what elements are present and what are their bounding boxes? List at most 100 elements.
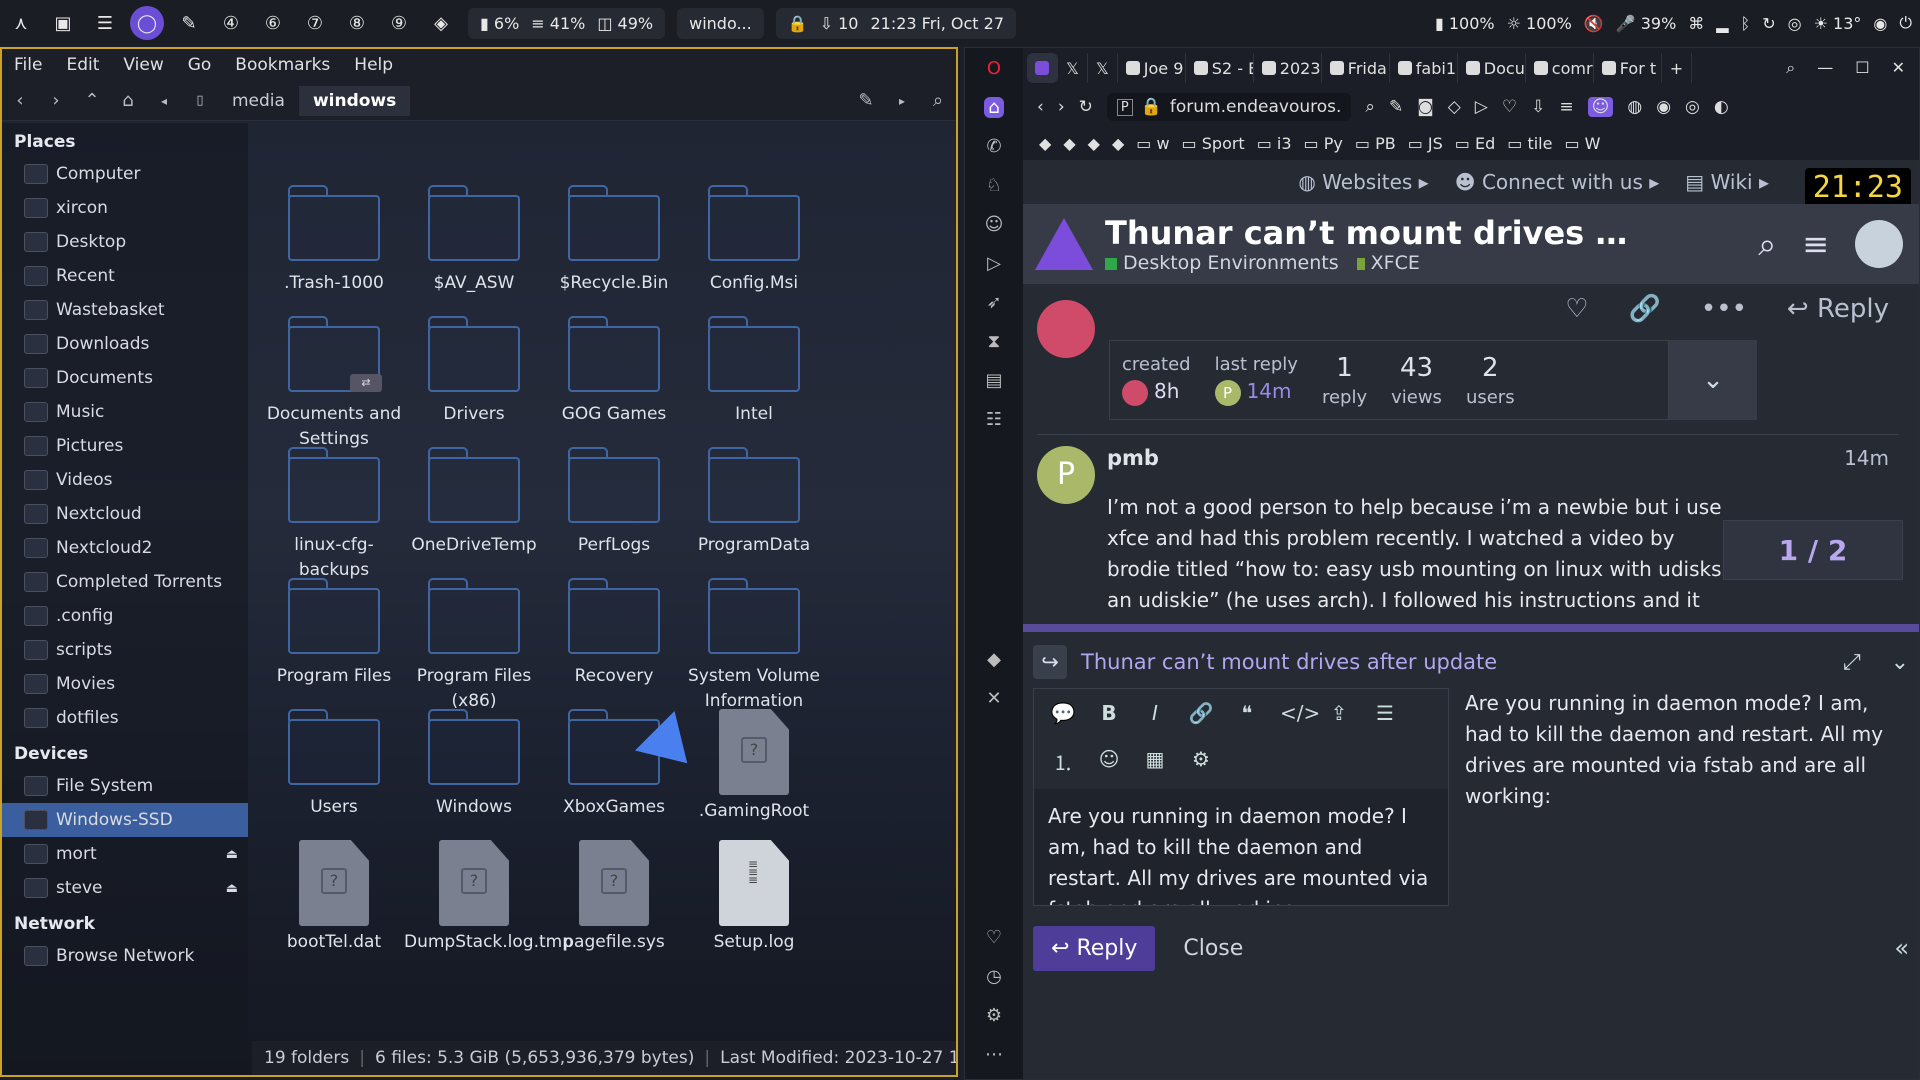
eject-icon[interactable]: ⏏ <box>226 847 238 862</box>
code-icon[interactable]: </> <box>1280 701 1320 727</box>
reply-action[interactable]: ↩ Reply <box>1787 294 1889 324</box>
url-box[interactable]: P 🔒 forum.endeavouros. <box>1106 93 1352 121</box>
folder-item[interactable]: Drivers <box>404 316 544 427</box>
extension-icon[interactable]: ◐ <box>1714 97 1729 117</box>
shield-icon[interactable]: ◇ <box>1448 97 1461 117</box>
folder-item[interactable]: System Volume Information <box>684 578 824 714</box>
sidebar-item[interactable]: mort ⏏ <box>2 837 248 871</box>
power-icon[interactable]: ⏻ <box>1899 13 1912 33</box>
browser-tab[interactable]: fabi1 <box>1390 53 1458 83</box>
eject-icon[interactable]: ⏏ <box>226 881 238 896</box>
signal-icon[interactable]: ▂ <box>1716 14 1728 33</box>
download-icon[interactable]: ⇩ <box>1531 97 1545 117</box>
sidebar-item[interactable]: Completed Torrents <box>2 565 248 599</box>
reply-button[interactable]: ↩ Reply <box>1033 925 1156 971</box>
folder-item[interactable]: OneDriveTemp <box>404 447 544 558</box>
back-icon[interactable]: ‹ <box>2 90 38 111</box>
folder-item[interactable]: Intel <box>684 316 824 427</box>
wallet-icon[interactable]: ▤ <box>985 370 1002 391</box>
camera-icon[interactable]: ◙ <box>1417 97 1434 117</box>
italic-icon[interactable]: I <box>1142 701 1168 727</box>
op-avatar[interactable] <box>1037 300 1095 358</box>
opera-logo-icon[interactable]: O <box>987 58 1001 79</box>
volume-muted-icon[interactable]: 🔇 <box>1584 14 1604 33</box>
bold-icon[interactable]: B <box>1096 701 1122 727</box>
menu-icon[interactable]: ≡ <box>1559 97 1573 117</box>
quote-bubble-icon[interactable]: 💬 <box>1050 701 1076 727</box>
close-button[interactable]: Close <box>1183 936 1243 961</box>
post-author[interactable]: pmb <box>1107 446 1159 470</box>
battery-stat[interactable]: ▮ 100% <box>1435 14 1495 33</box>
bookmark-item[interactable]: ▭ Sport <box>1182 134 1245 153</box>
sidebar-item[interactable]: Downloads <box>2 327 248 361</box>
numbered-list-icon[interactable]: ⒈ <box>1050 747 1076 778</box>
list-icon[interactable]: ☷ <box>986 409 1002 430</box>
folder-item[interactable]: Recovery <box>544 578 684 689</box>
sidebar-item[interactable]: Pictures <box>2 429 248 463</box>
menu-help[interactable]: Help <box>342 55 405 75</box>
reload-icon[interactable]: ↻ <box>1079 97 1093 117</box>
search-icon[interactable]: ⌕ <box>1758 225 1776 264</box>
endeavouros-logo[interactable] <box>1035 218 1093 270</box>
sidebar-item[interactable]: Videos <box>2 463 248 497</box>
emoji-icon[interactable]: ☺ <box>1096 747 1122 778</box>
browser-tab[interactable]: Frida <box>1322 53 1390 83</box>
folder-item[interactable]: GOG Games <box>544 316 684 427</box>
link-icon[interactable]: 🔗 <box>1188 701 1214 727</box>
endeavouros-icon[interactable]: ◆ <box>1063 134 1075 153</box>
sidebar-item[interactable]: Computer <box>2 157 248 191</box>
window-title[interactable]: windo... <box>677 7 764 39</box>
bookmark-item[interactable]: ▭ Ed <box>1455 134 1495 153</box>
topic-title[interactable]: Thunar can’t mount drives after… <box>1105 214 1645 252</box>
forward-icon[interactable]: › <box>1058 97 1065 117</box>
app-menu-icon[interactable]: ⋏ <box>4 6 38 40</box>
folder-item[interactable]: Program Files <box>264 578 404 689</box>
browser-tab[interactable]: Joe 9 <box>1118 53 1186 83</box>
sync-icon[interactable]: ↻ <box>1762 14 1775 33</box>
workspace-1-icon[interactable]: ◯ <box>130 6 164 40</box>
bookmark-item[interactable]: ▭ tile <box>1507 134 1552 153</box>
folder-item[interactable]: Config.Msi <box>684 185 824 296</box>
last-reply-value[interactable]: P 14m <box>1214 379 1298 406</box>
folder-item[interactable]: PerfLogs <box>544 447 684 558</box>
bookmark-item[interactable]: ▭ w <box>1136 134 1169 153</box>
x-icon[interactable]: ✕ <box>986 688 1001 709</box>
home-icon[interactable]: ⌂ <box>984 97 1004 118</box>
menu-file[interactable]: File <box>2 55 54 75</box>
sidebar-item[interactable]: Browse Network <box>2 939 248 973</box>
bookmark-item[interactable]: ▭ PB <box>1355 134 1396 153</box>
folder-item[interactable]: linux-cfg-backups <box>264 447 404 583</box>
new-tab-button[interactable]: + <box>1662 53 1693 83</box>
workspace-7-icon[interactable]: ⑦ <box>298 6 332 40</box>
zoom-icon[interactable]: ⌕ <box>1365 97 1375 117</box>
nav-connect[interactable]: ☻ Connect with us ▸ <box>1455 170 1660 194</box>
sidebar-item[interactable]: File System <box>2 769 248 803</box>
sidebar-item[interactable]: Desktop <box>2 225 248 259</box>
bookmark-item[interactable]: ▭ JS <box>1408 134 1443 153</box>
aria-icon[interactable]: ◆ <box>987 649 1001 670</box>
play-icon[interactable]: ▷ <box>1475 97 1488 117</box>
games-icon[interactable]: ♘ <box>986 175 1002 196</box>
workspace-4-icon[interactable]: ④ <box>214 6 248 40</box>
close-icon[interactable]: ✕ <box>1892 58 1905 78</box>
post-time[interactable]: 14m <box>1844 446 1889 470</box>
globe-icon[interactable]: ◎ <box>1788 14 1802 33</box>
more-icon[interactable]: ••• <box>1701 294 1747 324</box>
home-icon[interactable]: ⌂ <box>110 90 146 111</box>
discord-icon[interactable]: ☺ <box>985 214 1004 235</box>
terminal-icon[interactable]: ▣ <box>46 6 80 40</box>
composer-textarea[interactable]: Are you running in daemon mode? I am, ha… <box>1034 789 1448 905</box>
sidebar-item[interactable]: Movies <box>2 667 248 701</box>
extension-icon[interactable]: ◉ <box>1656 97 1671 117</box>
upload-icon[interactable]: ⇪ <box>1326 701 1352 727</box>
edit-icon[interactable]: ✎ <box>1389 97 1403 117</box>
sidebar-item[interactable]: Nextcloud2 <box>2 531 248 565</box>
folder-item[interactable]: Users <box>264 709 404 820</box>
tab-endeavouros[interactable] <box>1027 53 1058 83</box>
nav-websites[interactable]: ◍ Websites ▸ <box>1298 170 1428 194</box>
forward-icon[interactable]: › <box>38 90 74 111</box>
datetime[interactable]: 21:23 Fri, Oct 27 <box>870 14 1004 33</box>
menu-edit[interactable]: Edit <box>54 55 111 75</box>
browser-tab[interactable]: 2023 <box>1254 53 1322 83</box>
browser-tab[interactable]: S2 - B <box>1186 53 1254 83</box>
